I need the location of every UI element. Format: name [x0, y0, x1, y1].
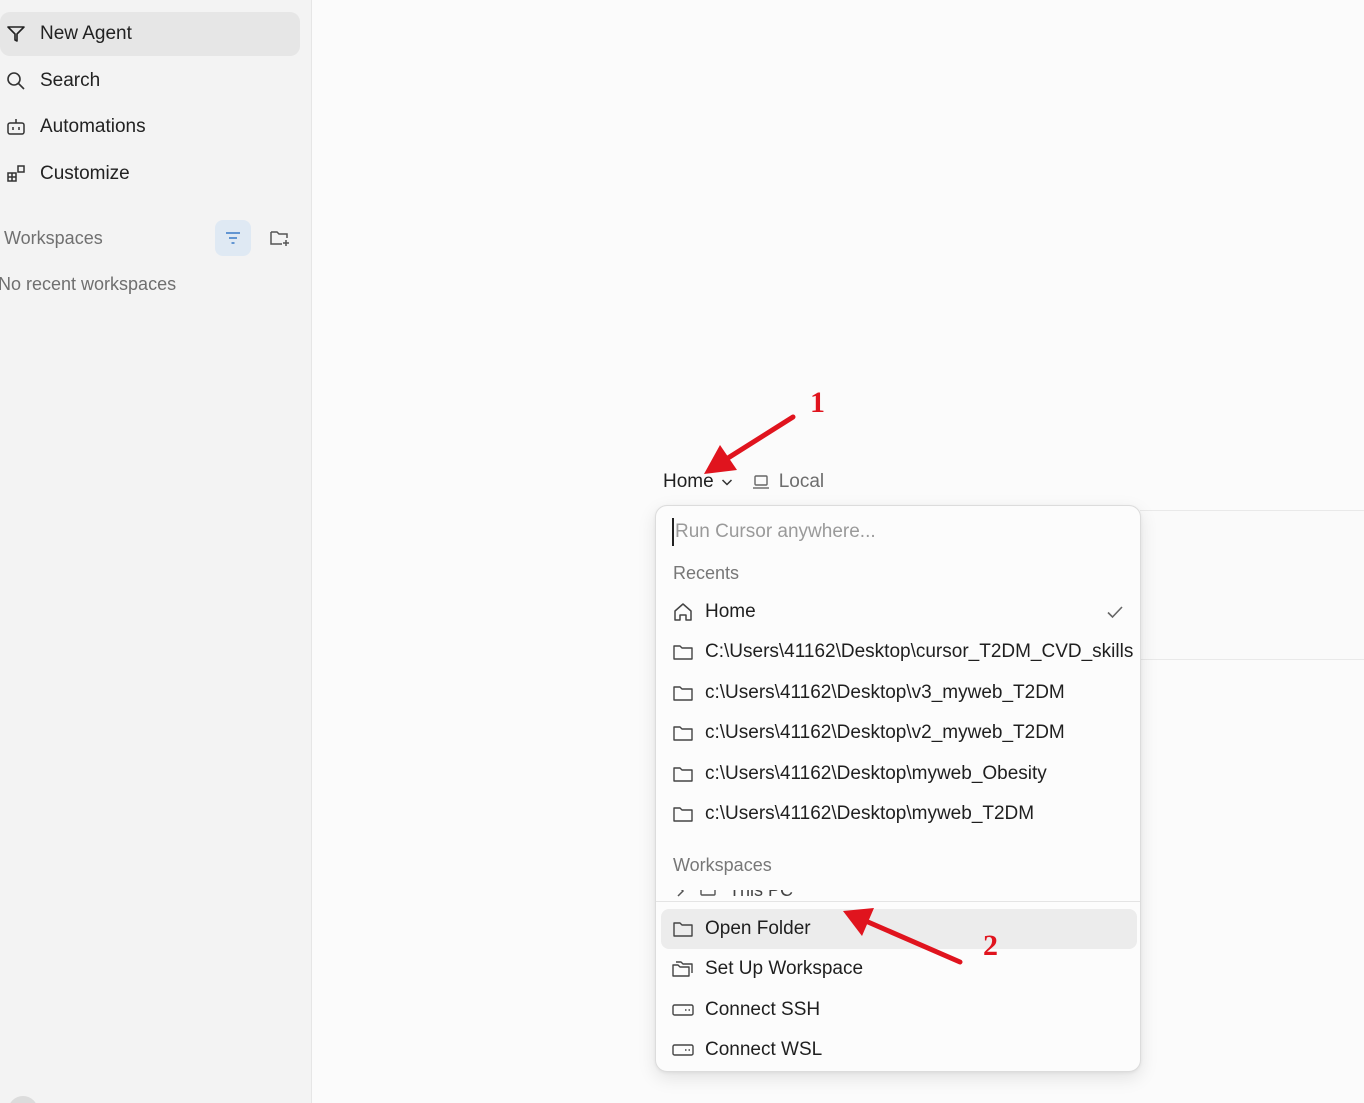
recent-item[interactable]: c:\Users\41162\Desktop\v2_myweb_T2DM — [661, 713, 1137, 753]
recent-item-label: c:\Users\41162\Desktop\v2_myweb_T2DM — [705, 722, 1065, 743]
environment-selector[interactable]: Local — [752, 471, 824, 493]
wsl-icon — [672, 1039, 694, 1061]
recents-label: Recents — [673, 563, 740, 583]
connect-wsl-button[interactable]: Connect WSL — [661, 1030, 1137, 1070]
home-icon — [672, 601, 694, 623]
recent-item-home[interactable]: Home — [661, 592, 1137, 632]
nav-label: Search — [40, 70, 101, 91]
recent-item[interactable]: c:\Users\41162\Desktop\myweb_Obesity — [661, 754, 1137, 794]
check-icon — [1107, 606, 1123, 619]
setup-workspace-button[interactable]: Set Up Workspace — [661, 949, 1137, 989]
folder-icon — [672, 763, 694, 785]
location-dropdown: Recents Home C:\Users\41162\Desktop\curs… — [655, 505, 1141, 1072]
open-folder-button[interactable]: Open Folder — [661, 909, 1137, 949]
no-workspaces-text: No recent workspaces — [0, 274, 177, 294]
chevron-right-icon — [677, 890, 685, 897]
action-label: Connect WSL — [705, 1039, 823, 1060]
nav-automations[interactable]: Automations — [0, 105, 300, 149]
location-bar: Home Local — [663, 468, 824, 496]
avatar[interactable] — [8, 1096, 38, 1103]
folder-plus-icon — [270, 231, 289, 246]
nav-customize[interactable]: Customize — [0, 152, 300, 196]
new-agent-icon — [5, 23, 27, 45]
filter-icon — [226, 232, 240, 244]
nav-search[interactable]: Search — [0, 59, 300, 103]
recent-item[interactable]: C:\Users\41162\Desktop\cursor_T2DM_CVD_s… — [661, 632, 1137, 672]
nav-new-agent[interactable]: New Agent — [0, 12, 300, 56]
computer-icon — [700, 890, 716, 896]
recent-item-label: c:\Users\41162\Desktop\v3_myweb_T2DM — [705, 682, 1065, 703]
recent-item-label: Home — [705, 601, 756, 622]
location-selector[interactable]: Home — [663, 471, 734, 493]
divider — [656, 901, 1140, 902]
nav-label: New Agent — [40, 23, 132, 44]
laptop-icon — [752, 475, 769, 489]
action-label: Set Up Workspace — [705, 958, 864, 979]
folder-icon — [672, 682, 694, 704]
search-icon — [5, 70, 27, 92]
workspaces-section-label: Workspaces — [673, 855, 772, 875]
chevron-down-icon — [721, 479, 732, 486]
composer-panel — [1140, 510, 1364, 660]
recent-item-label: c:\Users\41162\Desktop\myweb_Obesity — [705, 763, 1047, 784]
setup-workspace-icon — [672, 958, 694, 980]
workspace-tree-label: This PC — [729, 890, 793, 900]
annotation-label-1: 1 — [810, 386, 825, 419]
folder-icon — [672, 641, 694, 663]
location-current: Home — [663, 471, 714, 492]
action-label: Open Folder — [705, 918, 811, 939]
recent-item[interactable]: c:\Users\41162\Desktop\myweb_T2DM — [661, 794, 1137, 834]
location-search-input[interactable] — [672, 518, 1125, 546]
annotation-arrow-1 — [704, 414, 796, 474]
recent-item-label: c:\Users\41162\Desktop\myweb_T2DM — [705, 803, 1035, 824]
workspaces-header: Workspaces — [4, 220, 304, 256]
ssh-icon — [672, 999, 694, 1021]
recent-item[interactable]: c:\Users\41162\Desktop\v3_myweb_T2DM — [661, 673, 1137, 713]
connect-ssh-button[interactable]: Connect SSH — [661, 990, 1137, 1030]
nav-label: Automations — [40, 116, 146, 137]
new-workspace-button[interactable] — [266, 220, 294, 256]
app-window: New Agent Search Automations Customize W… — [0, 0, 1364, 1103]
workspaces-label: Workspaces — [4, 227, 103, 248]
filter-button[interactable] — [215, 220, 251, 256]
nav-label: Customize — [40, 163, 130, 184]
automations-icon — [5, 116, 27, 138]
customize-icon — [5, 163, 27, 185]
environment-label: Local — [778, 471, 825, 492]
folder-icon — [672, 918, 694, 940]
folder-icon — [672, 803, 694, 825]
action-label: Connect SSH — [705, 999, 821, 1020]
sidebar: New Agent Search Automations Customize W… — [0, 0, 312, 1103]
folder-icon — [672, 722, 694, 744]
recent-item-label: C:\Users\41162\Desktop\cursor_T2DM_CVD_s… — [705, 641, 1134, 662]
